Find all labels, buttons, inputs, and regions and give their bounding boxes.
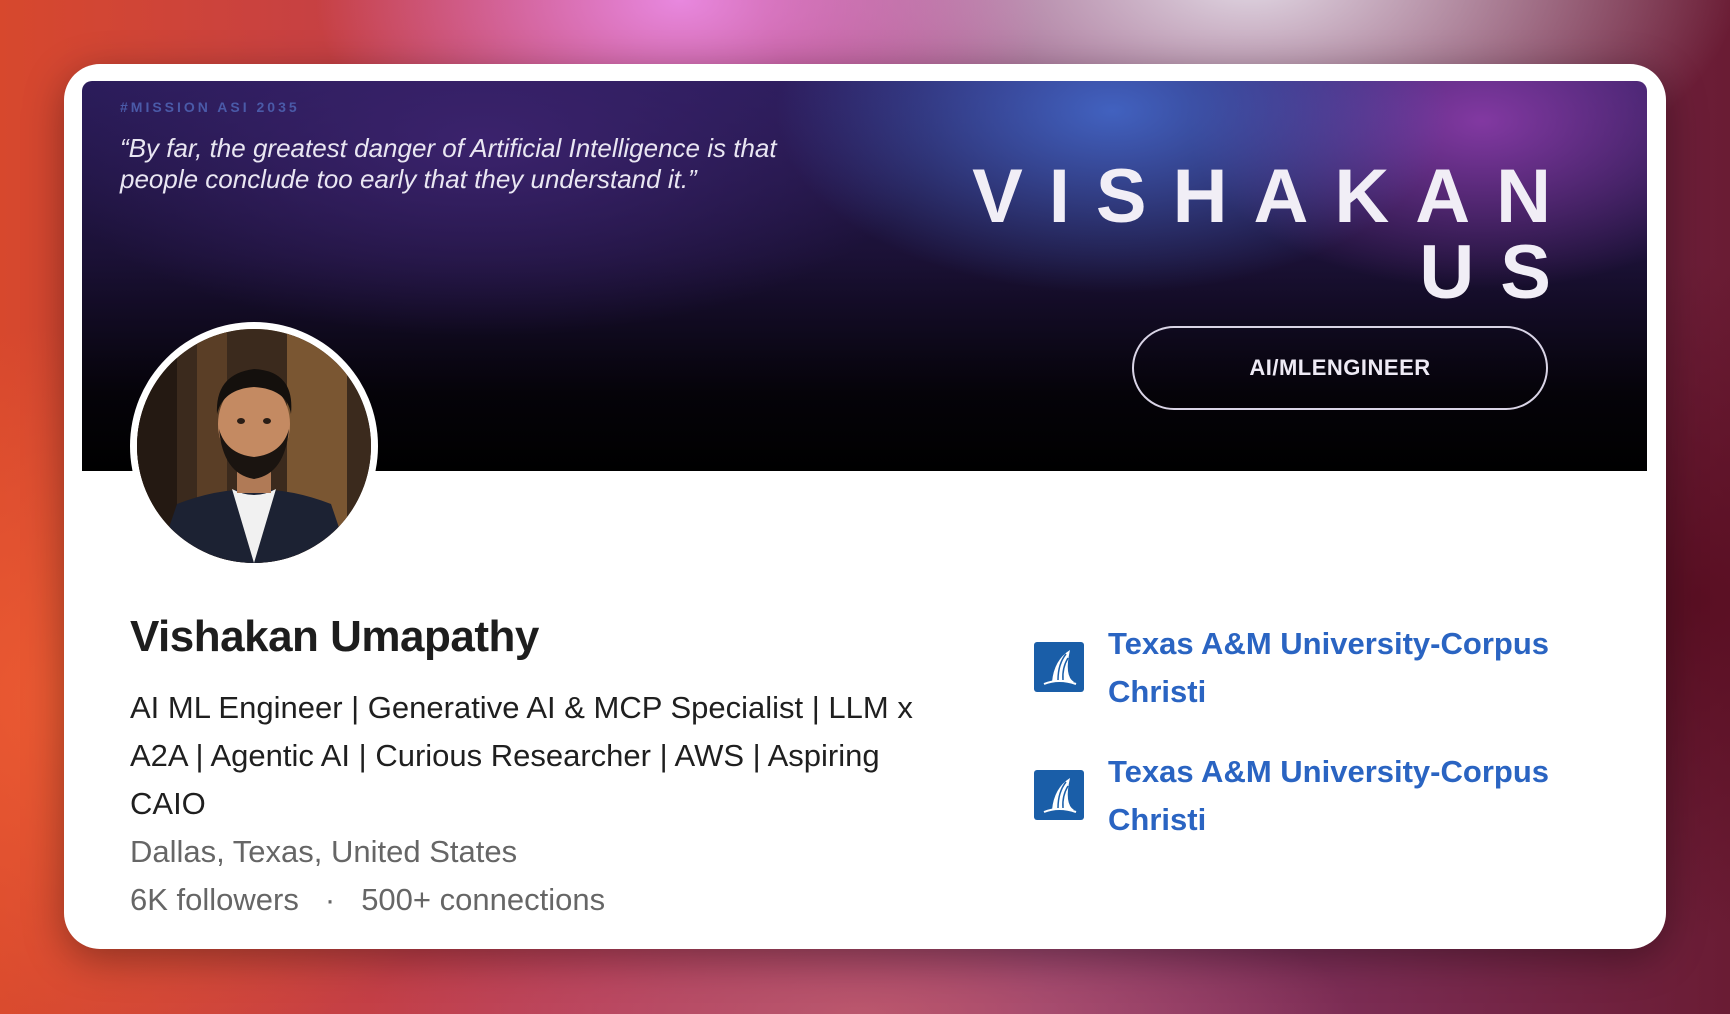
banner-hashtag: #MISSION ASI 2035 [120, 99, 300, 115]
profile-card: #MISSION ASI 2035 “By far, the greatest … [64, 64, 1666, 949]
avatar[interactable] [130, 322, 378, 570]
banner-role-pill: AI/MLENGINEER [1132, 326, 1548, 410]
person-photo-icon [137, 329, 371, 563]
profile-name: Vishakan Umapathy [130, 612, 539, 661]
education-school-name[interactable]: Texas A&M University-Corpus Christi [1108, 620, 1578, 716]
stats-separator: · [324, 882, 336, 917]
banner-name-line2: US [1419, 230, 1577, 315]
education-item[interactable]: Texas A&M University-Corpus Christi [1034, 620, 1594, 716]
profile-headline: AI ML Engineer | Generative AI & MCP Spe… [130, 690, 913, 821]
education-school-name[interactable]: Texas A&M University-Corpus Christi [1108, 748, 1578, 844]
university-logo-icon [1034, 770, 1084, 820]
profile-stats: 6K followers · 500+ connections [130, 882, 605, 918]
followers-count[interactable]: 6K followers [130, 882, 299, 918]
banner-name-line1: VISHAKAN [972, 154, 1577, 239]
education-item[interactable]: Texas A&M University-Corpus Christi [1034, 748, 1594, 844]
avatar-photo [137, 329, 371, 563]
connections-count[interactable]: 500+ connections [361, 882, 605, 918]
profile-location: Dallas, Texas, United States [130, 834, 518, 869]
banner-quote: “By far, the greatest danger of Artifici… [120, 133, 777, 194]
university-logo-icon [1034, 642, 1084, 692]
